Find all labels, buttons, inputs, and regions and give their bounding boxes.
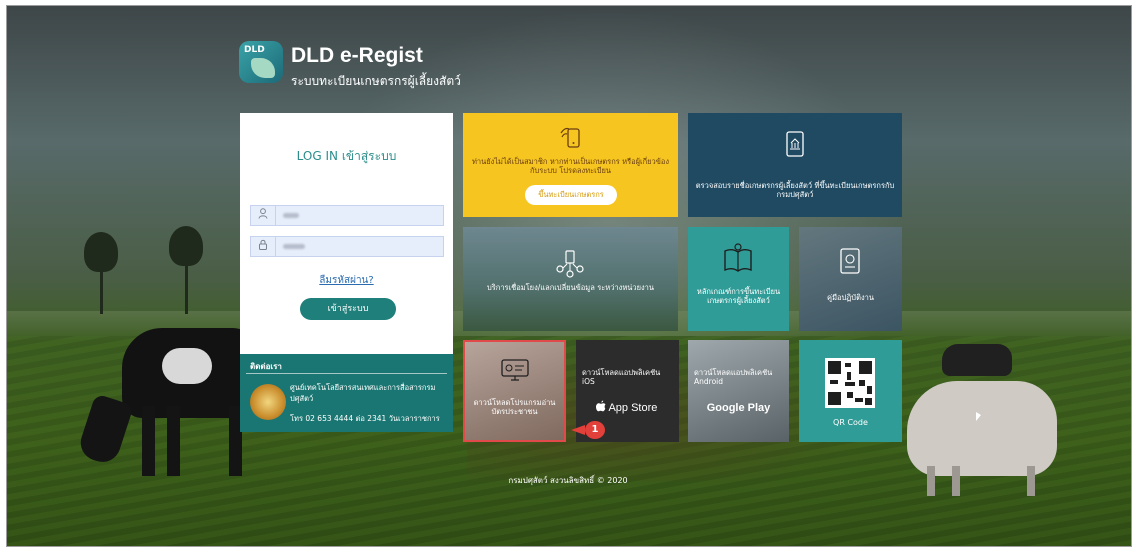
register-button[interactable]: ขึ้นทะเบียนเกษตรกร [525, 185, 617, 205]
user-icon-svg [258, 208, 268, 219]
mobile-building-icon [786, 131, 804, 157]
palm-tree [84, 232, 118, 272]
annotation-badge: 1 [585, 421, 605, 439]
annotation-arrow [571, 425, 585, 435]
tile-criteria[interactable]: หลักเกณฑ์การขึ้นทะเบียนเกษตรกรผู้เลี้ยงส… [688, 227, 789, 331]
lock-icon [251, 237, 276, 256]
check-text: ตรวจสอบรายชื่อเกษตรกรผู้เลี้ยงสัตว์ ที่ข… [695, 181, 895, 199]
login-title: LOG IN เข้าสู่ระบบ [296, 149, 397, 163]
tile-register[interactable]: ท่านยังไม่ได้เป็นสมาชิก หากท่านเป็นเกษตร… [463, 113, 678, 217]
tile-manual[interactable]: คู่มือปฏิบัติงาน [799, 227, 902, 331]
user-icon [251, 206, 276, 225]
logo-leaf-icon [251, 58, 275, 78]
palm-tree [169, 226, 203, 266]
login-button[interactable]: เข้าสู่ระบบ [300, 298, 396, 320]
qr-text: QR Code [833, 418, 868, 427]
logo-text: DLD [244, 45, 265, 55]
tile-android-app[interactable]: ดาวน์โหลดแอปพลิเคชัน Android Google Play [688, 340, 789, 442]
manual-book-icon [840, 248, 860, 274]
cow-spot [162, 348, 212, 384]
lock-icon-svg [259, 239, 267, 250]
register-text: ท่านยังไม่ได้เป็นสมาชิก หากท่านเป็นเกษตร… [471, 157, 670, 175]
cow-leg [142, 406, 155, 476]
cow-leg [167, 406, 180, 476]
dld-logo: DLD [239, 41, 283, 83]
download-text: ดาวน์โหลดโปรแกรมอ่านบัตรประชาชน [473, 398, 556, 416]
site-subtitle: ระบบทะเบียนเกษตรกรผู้เลี้ยงสัตว์ [291, 74, 461, 88]
site-title: DLD e-Regist [291, 44, 423, 67]
password-input[interactable] [250, 236, 444, 257]
tile-check-farmers[interactable]: ตรวจสอบรายชื่อเกษตรกรผู้เลี้ยงสัตว์ ที่ข… [688, 113, 902, 217]
sheep [907, 381, 1057, 476]
network-exchange-icon [556, 250, 584, 278]
manual-text: คู่มือปฏิบัติงาน [827, 293, 874, 302]
contact-phone: โทร 02 653 4444 ต่อ 2341 วันเวลาราชการ [290, 414, 440, 423]
login-panel: LOG IN เข้าสู่ระบบ ลืมรหัสผ่าน? เข้าสู่ร… [240, 113, 453, 354]
mouse-cursor-icon [976, 412, 981, 421]
ios-text: ดาวน์โหลดแอปพลิเคชัน iOS [582, 368, 661, 386]
id-card-reader-icon [501, 359, 529, 381]
tile-download-id-reader[interactable]: ดาวน์โหลดโปรแกรมอ่านบัตรประชาชน [463, 340, 566, 442]
book-info-icon [724, 243, 752, 272]
department-seal-icon [250, 384, 286, 420]
android-text: ดาวน์โหลดแอปพลิเคชัน Android [694, 368, 773, 386]
criteria-text: หลักเกณฑ์การขึ้นทะเบียนเกษตรกรผู้เลี้ยงส… [696, 287, 781, 305]
buffalo [942, 344, 1012, 376]
contact-divider [246, 373, 447, 374]
tile-data-exchange[interactable]: บริการเชื่อมโยง/แลกเปลี่ยนข้อมูล ระหว่าง… [463, 227, 678, 331]
contact-header: ติดต่อเรา [250, 362, 282, 371]
contact-organization: ศูนย์เทคโนโลยีสารสนเทศและการสื่อสารกรมปศ… [290, 383, 436, 403]
username-value-masked [283, 213, 299, 218]
qr-code-image [825, 358, 875, 408]
app-store-badge[interactable]: App Store [596, 400, 657, 414]
forgot-password-link[interactable]: ลืมรหัสผ่าน? [240, 273, 453, 288]
contact-panel: ติดต่อเรา ศูนย์เทคโนโลยีสารสนเทศและการสื… [240, 354, 453, 432]
password-value-masked [283, 244, 305, 249]
copyright-footer: กรมปศุสัตว์ สงวนลิขสิทธิ์ © 2020 [508, 476, 628, 485]
tile-qr-code[interactable]: QR Code [799, 340, 902, 442]
google-play-badge[interactable]: Google Play [688, 402, 789, 414]
farmer-phone-icon [560, 127, 580, 148]
app-store-label: App Store [608, 402, 658, 414]
username-input[interactable] [250, 205, 444, 226]
apple-icon [596, 400, 606, 412]
palm-trunk [185, 258, 188, 314]
service-text: บริการเชื่อมโยง/แลกเปลี่ยนข้อมูล ระหว่าง… [486, 283, 654, 292]
